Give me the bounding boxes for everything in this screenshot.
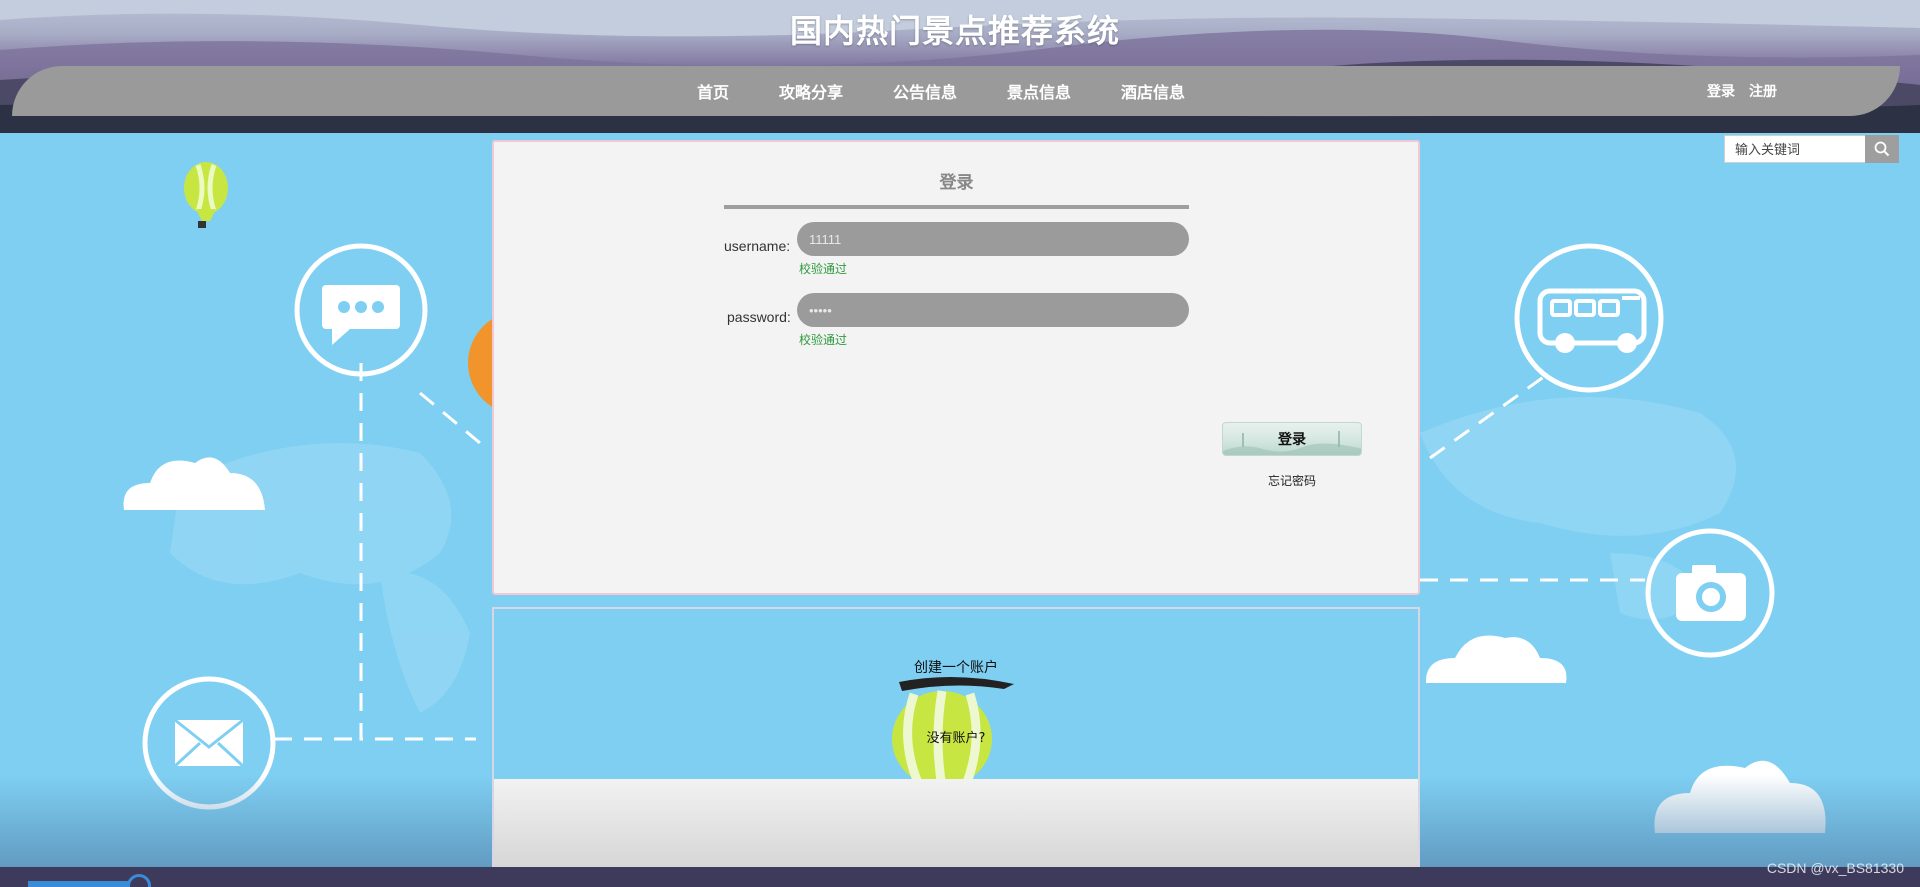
username-value: 11111 — [809, 231, 842, 247]
search-icon — [1874, 141, 1890, 157]
register-panel: 创建一个账户 没有账户? — [492, 607, 1420, 887]
password-hint: 校验通过 — [799, 333, 848, 347]
navbar: 首页 攻略分享 公告信息 景点信息 酒店信息 登录 注册 — [12, 66, 1900, 116]
nav-item-home[interactable]: 首页 — [672, 79, 754, 103]
progress-bar — [28, 881, 138, 887]
password-label: password: — [727, 309, 791, 325]
bottom-strip — [0, 867, 1920, 887]
username-field[interactable]: 11111 — [797, 222, 1189, 256]
username-label: username: — [724, 238, 791, 254]
login-button[interactable]: 登录 — [1222, 422, 1362, 456]
username-hint: 校验通过 — [799, 262, 848, 276]
password-value: ••••• — [809, 302, 832, 318]
search-button[interactable] — [1865, 135, 1899, 163]
chat-icon — [294, 243, 428, 377]
title-divider — [724, 205, 1189, 209]
nav-item-attractions[interactable]: 景点信息 — [982, 79, 1096, 103]
nav-auth: 登录 注册 — [1707, 66, 1777, 116]
search-box — [1724, 135, 1899, 163]
nav-links: 首页 攻略分享 公告信息 景点信息 酒店信息 — [12, 66, 1900, 116]
site-title: 国内热门景点推荐系统 — [789, 12, 1120, 50]
site-header: 国内热门景点推荐系统 首页 攻略分享 公告信息 景点信息 酒店信息 登录 注册 — [0, 0, 1920, 133]
nav-item-guides[interactable]: 攻略分享 — [754, 79, 868, 103]
password-field[interactable]: ••••• — [797, 293, 1189, 327]
create-account-link[interactable]: 创建一个账户 — [494, 657, 1418, 677]
login-button-label: 登录 — [1278, 432, 1306, 448]
login-title: 登录 — [939, 173, 974, 193]
nav-item-announcements[interactable]: 公告信息 — [868, 79, 982, 103]
forgot-password-link[interactable]: 忘记密码 — [1232, 472, 1352, 489]
search-input[interactable] — [1724, 135, 1865, 163]
no-account-text: 没有账户? — [926, 731, 986, 746]
nav-register-link[interactable]: 注册 — [1749, 81, 1777, 101]
nav-login-link[interactable]: 登录 — [1707, 81, 1735, 101]
bus-icon — [1514, 243, 1664, 393]
nav-item-hotels[interactable]: 酒店信息 — [1096, 79, 1210, 103]
login-panel: 登录 username: 11111 校验通过 password: ••••• … — [492, 140, 1420, 595]
balloon-decoration — [184, 162, 228, 228]
watermark: CSDN @vx_BS81330 — [1766, 860, 1904, 876]
